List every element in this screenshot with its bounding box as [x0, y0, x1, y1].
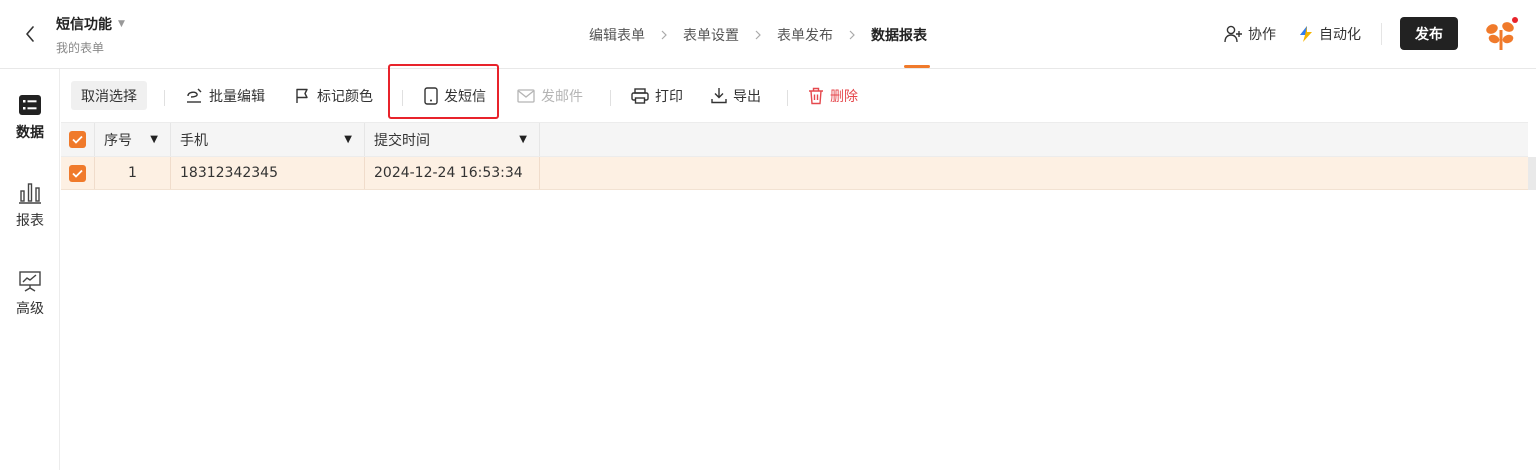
- export-label: 导出: [733, 88, 761, 105]
- rail-item-report[interactable]: 报表: [0, 182, 60, 230]
- row-checkbox-cell: [61, 157, 95, 189]
- table-header: 序号 ▼ 手机 ▼ 提交时间 ▼: [61, 122, 1528, 157]
- cancel-selection-button[interactable]: 取消选择: [71, 81, 147, 110]
- caret-down-icon[interactable]: ▼: [150, 134, 158, 145]
- automation-label: 自动化: [1319, 27, 1361, 43]
- toolbar: 取消选择 批量编辑 标记颜色 发短信 发邮件 打印 导出 删除: [60, 69, 1536, 122]
- phone-icon: [424, 86, 438, 105]
- column-header-phone[interactable]: 手机 ▼: [171, 123, 365, 156]
- export-button[interactable]: 导出: [711, 81, 761, 110]
- step-form-publish[interactable]: 表单发布: [777, 25, 833, 45]
- divider: [1381, 23, 1382, 45]
- column-header-submit-time[interactable]: 提交时间 ▼: [365, 123, 540, 156]
- step-form-settings[interactable]: 表单设置: [683, 25, 739, 45]
- delete-label: 删除: [830, 88, 858, 105]
- select-all-checkbox[interactable]: [69, 131, 86, 148]
- send-email-button[interactable]: 发邮件: [517, 81, 583, 110]
- mark-color-button[interactable]: 标记颜色: [295, 81, 373, 110]
- form-subtitle: 我的表单: [56, 41, 105, 55]
- bar-chart-icon: [19, 183, 41, 204]
- mark-color-label: 标记颜色: [317, 88, 373, 105]
- mail-icon: [517, 88, 535, 103]
- rail-item-label: 报表: [16, 213, 44, 229]
- printer-icon: [631, 87, 649, 104]
- cell-submit-time[interactable]: 2024-12-24 16:53:34: [365, 157, 540, 189]
- batch-edit-icon: [187, 88, 202, 103]
- print-button[interactable]: 打印: [631, 81, 683, 110]
- chevron-right-icon: [833, 30, 871, 40]
- active-step-indicator: [904, 65, 930, 68]
- chevron-left-icon: [26, 26, 34, 42]
- delete-button[interactable]: 删除: [808, 81, 858, 110]
- left-rail: 数据 报表 高级: [0, 69, 60, 470]
- caret-down-icon[interactable]: ▼: [519, 134, 527, 145]
- header-filler: [540, 123, 1528, 156]
- lightning-icon: [1300, 26, 1312, 42]
- rail-item-advanced[interactable]: 高级: [0, 270, 60, 318]
- chevron-right-icon: [645, 30, 683, 40]
- step-data-report[interactable]: 数据报表: [871, 25, 927, 45]
- divider: [610, 90, 611, 106]
- column-header-label: 序号: [104, 132, 132, 149]
- header-checkbox-cell: [61, 123, 95, 156]
- check-icon: [72, 135, 83, 144]
- cell-phone[interactable]: 18312342345: [171, 157, 365, 189]
- trash-icon: [809, 87, 823, 104]
- caret-down-icon: ▼: [118, 19, 125, 29]
- step-edit-form[interactable]: 编辑表单: [589, 25, 645, 45]
- form-title-dropdown[interactable]: 短信功能 ▼: [56, 14, 125, 34]
- publish-button[interactable]: 发布: [1400, 17, 1458, 50]
- check-icon: [72, 169, 83, 178]
- presentation-chart-icon: [19, 271, 41, 292]
- download-icon: [711, 88, 727, 104]
- caret-down-icon[interactable]: ▼: [344, 134, 352, 145]
- top-header: 短信功能 ▼ 我的表单 编辑表单 表单设置 表单发布 数据报表 协作 自动化 发…: [0, 0, 1536, 69]
- print-label: 打印: [655, 88, 683, 105]
- back-button[interactable]: [20, 22, 40, 46]
- row-checkbox[interactable]: [69, 164, 86, 182]
- collaborate-label: 协作: [1248, 27, 1276, 43]
- send-sms-label: 发短信: [444, 88, 486, 105]
- chevron-right-icon: [739, 30, 777, 40]
- batch-edit-label: 批量编辑: [209, 88, 265, 105]
- rail-item-label: 高级: [16, 301, 44, 317]
- form-title: 短信功能: [56, 17, 112, 33]
- divider: [164, 90, 165, 106]
- add-user-icon: [1224, 25, 1242, 43]
- vertical-scrollbar[interactable]: [1528, 157, 1536, 190]
- logo-icon: [1482, 16, 1520, 52]
- rail-item-data[interactable]: 数据: [0, 94, 60, 142]
- table-row[interactable]: 1 18312342345 2024-12-24 16:53:34: [61, 157, 1528, 190]
- send-sms-button[interactable]: 发短信: [424, 81, 486, 110]
- divider: [402, 90, 403, 106]
- cell-seq: 1: [95, 157, 171, 189]
- collaborate-button[interactable]: 协作: [1224, 24, 1276, 44]
- row-filler: [540, 157, 1528, 189]
- rail-item-label: 数据: [16, 125, 44, 141]
- automation-button[interactable]: 自动化: [1298, 24, 1361, 44]
- column-header-label: 手机: [180, 132, 208, 149]
- divider: [787, 90, 788, 106]
- column-header-label: 提交时间: [374, 132, 430, 149]
- column-header-seq[interactable]: 序号 ▼: [95, 123, 171, 156]
- send-email-label: 发邮件: [541, 88, 583, 105]
- batch-edit-button[interactable]: 批量编辑: [185, 81, 265, 110]
- list-icon: [19, 95, 41, 115]
- flag-icon: [296, 88, 308, 103]
- step-nav: 编辑表单 表单设置 表单发布 数据报表: [589, 24, 927, 46]
